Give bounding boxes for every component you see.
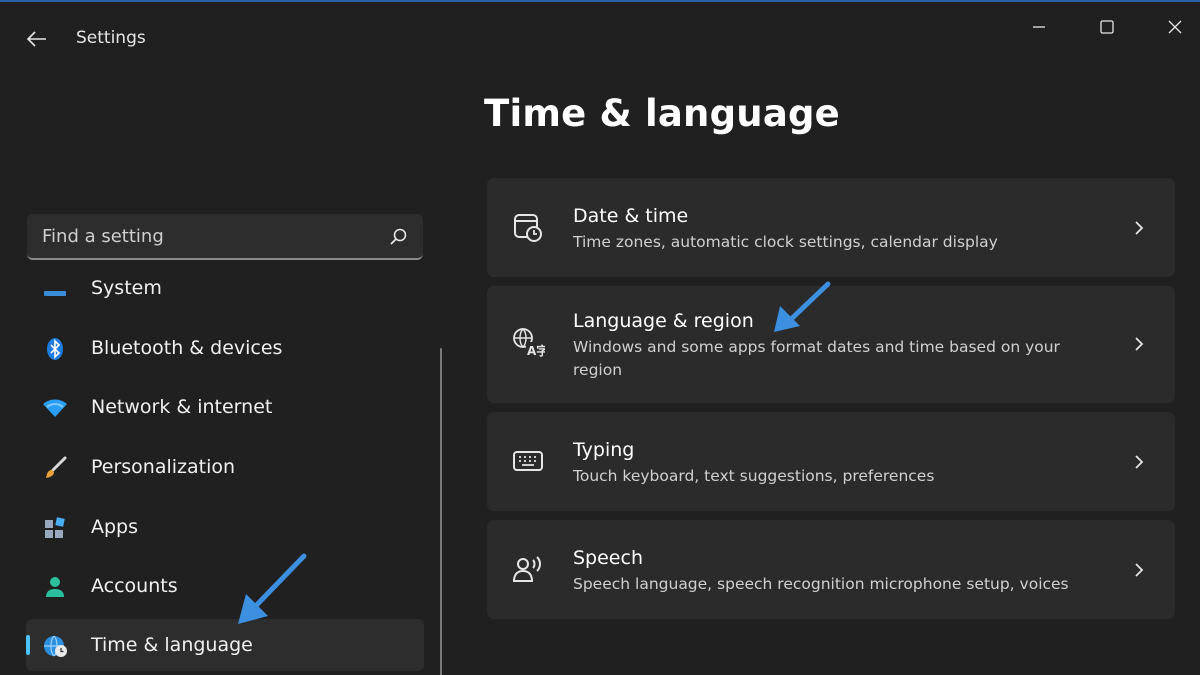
search-icon[interactable] <box>387 226 409 248</box>
sidebar-item-label: Apps <box>91 516 139 538</box>
sidebar-item-accounts[interactable]: Accounts <box>26 560 424 612</box>
close-button[interactable] <box>1152 12 1198 42</box>
card-title: Speech <box>573 547 643 569</box>
person-icon <box>42 574 68 600</box>
sidebar-item-apps[interactable]: Apps <box>26 501 424 553</box>
sidebar-item-label: Time & language <box>91 634 253 656</box>
paintbrush-icon <box>42 455 68 481</box>
back-button[interactable] <box>22 24 52 54</box>
settings-window: Settings Find a setting System Bluetooth… <box>0 0 1200 675</box>
search-placeholder: Find a setting <box>42 226 164 247</box>
card-date-time[interactable]: Date & time Time zones, automatic clock … <box>487 178 1175 277</box>
sidebar-item-personalization[interactable]: Personalization <box>26 441 424 493</box>
system-icon <box>42 276 68 302</box>
card-subtitle: Windows and some apps format dates and t… <box>573 338 1060 379</box>
card-typing[interactable]: Typing Touch keyboard, text suggestions,… <box>487 412 1175 511</box>
chevron-right-icon <box>1135 563 1144 577</box>
selection-indicator <box>26 635 30 655</box>
minimize-button[interactable] <box>1016 12 1062 42</box>
keyboard-icon <box>511 444 545 478</box>
card-title: Typing <box>573 439 635 461</box>
sidebar-item-network[interactable]: Network & internet <box>26 381 424 433</box>
card-subtitle: Time zones, automatic clock settings, ca… <box>573 233 998 251</box>
annotation-arrow-icon <box>774 281 831 332</box>
sidebar-item-label: Bluetooth & devices <box>91 337 283 359</box>
search-box[interactable]: Find a setting <box>27 214 423 260</box>
annotation-arrow-icon <box>238 553 307 624</box>
card-subtitle: Touch keyboard, text suggestions, prefer… <box>573 467 935 485</box>
apps-icon <box>42 515 68 541</box>
card-subtitle: Speech language, speech recognition micr… <box>573 575 1069 593</box>
chevron-right-icon <box>1135 455 1144 469</box>
globe-clock-icon <box>42 633 68 659</box>
calendar-clock-icon <box>511 210 545 244</box>
sidebar-item-bluetooth[interactable]: Bluetooth & devices <box>26 322 424 374</box>
language-icon: A字 <box>511 326 545 360</box>
sidebar-item-system[interactable]: System <box>26 268 424 314</box>
chevron-right-icon <box>1135 221 1144 235</box>
svg-text:A字: A字 <box>527 343 545 358</box>
speech-icon <box>511 552 545 586</box>
sidebar-item-time-language[interactable]: Time & language <box>26 619 424 671</box>
close-icon <box>1168 20 1182 34</box>
minimize-icon <box>1033 26 1045 28</box>
sidebar-item-label: Network & internet <box>91 396 273 418</box>
app-title: Settings <box>76 28 146 48</box>
bluetooth-icon <box>42 336 68 362</box>
back-arrow-icon <box>27 31 46 47</box>
card-title: Date & time <box>573 205 689 227</box>
sidebar-item-label: System <box>91 277 162 299</box>
sidebar-nav: System Bluetooth & devices Network & int… <box>26 268 426 675</box>
maximize-button[interactable] <box>1084 12 1130 42</box>
card-speech[interactable]: Speech Speech language, speech recogniti… <box>487 520 1175 619</box>
chevron-right-icon <box>1135 337 1144 351</box>
card-title: Language & region <box>573 310 754 332</box>
sidebar-scrollbar[interactable] <box>440 348 442 675</box>
sidebar-item-label: Accounts <box>91 575 178 597</box>
maximize-icon <box>1100 20 1114 34</box>
sidebar-item-label: Personalization <box>91 456 236 478</box>
title-bar: Settings <box>0 2 1200 72</box>
wifi-icon <box>42 395 68 421</box>
page-title: Time & language <box>484 92 840 135</box>
